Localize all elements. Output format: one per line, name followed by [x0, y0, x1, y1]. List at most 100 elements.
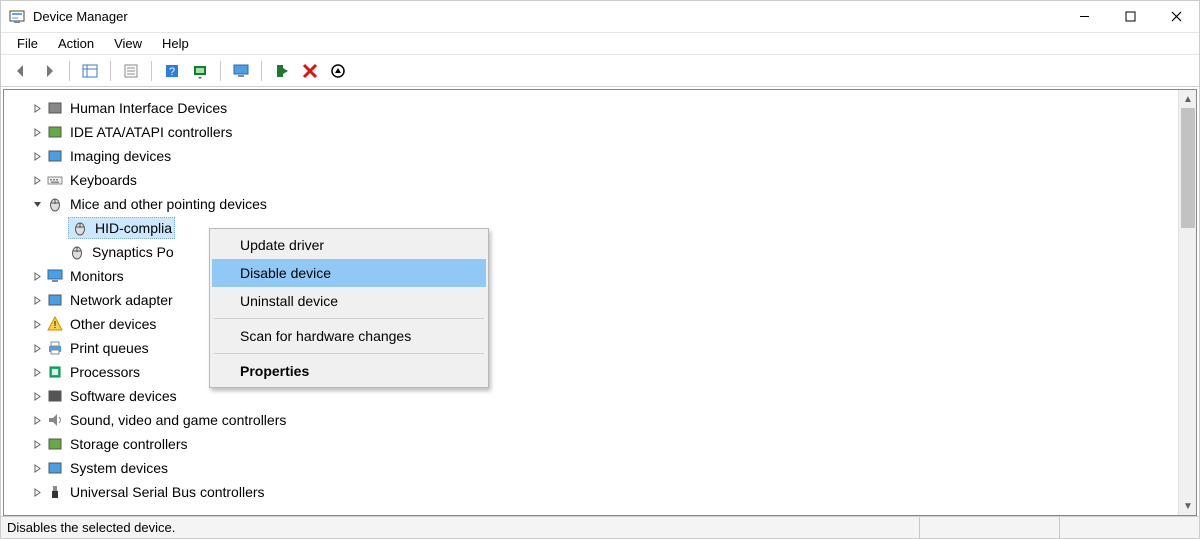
chevron-right-icon[interactable]: [30, 416, 44, 425]
tree-item[interactable]: IDE ATA/ATAPI controllers: [12, 120, 1174, 144]
properties-icon[interactable]: [119, 59, 143, 83]
context-menu-separator: [214, 353, 484, 354]
context-menu-item[interactable]: Update driver: [212, 231, 486, 259]
tree-item[interactable]: Sound, video and game controllers: [12, 408, 1174, 432]
mouse-icon: [71, 219, 89, 237]
cpu-icon: [46, 363, 64, 381]
scroll-thumb[interactable]: [1181, 108, 1195, 228]
scan-icon[interactable]: [188, 59, 212, 83]
window-title: Device Manager: [33, 9, 128, 24]
forward-arrow-icon[interactable]: [37, 59, 61, 83]
tree-item-label: Processors: [70, 360, 140, 384]
toolbar: ?: [1, 55, 1199, 87]
vertical-scrollbar[interactable]: ▲ ▼: [1178, 90, 1196, 515]
enable-icon[interactable]: [270, 59, 294, 83]
help-icon[interactable]: ?: [160, 59, 184, 83]
mouse-icon: [46, 195, 64, 213]
imaging-icon: [46, 147, 64, 165]
chevron-right-icon[interactable]: [30, 296, 44, 305]
chevron-right-icon[interactable]: [30, 488, 44, 497]
chevron-right-icon[interactable]: [30, 440, 44, 449]
monitor-icon[interactable]: [229, 59, 253, 83]
hid-icon: [46, 99, 64, 117]
tree-item-label: Synaptics Po: [92, 240, 174, 264]
chevron-right-icon[interactable]: [30, 320, 44, 329]
context-menu-item[interactable]: Disable device: [212, 259, 486, 287]
software-icon: [46, 387, 64, 405]
show-hidden-icon[interactable]: [78, 59, 102, 83]
chevron-right-icon[interactable]: [30, 392, 44, 401]
chevron-right-icon[interactable]: [30, 368, 44, 377]
scroll-up-icon[interactable]: ▲: [1179, 90, 1197, 108]
printer-icon: [46, 339, 64, 357]
scroll-down-icon[interactable]: ▼: [1179, 497, 1197, 515]
tree-item[interactable]: Human Interface Devices: [12, 96, 1174, 120]
sound-icon: [46, 411, 64, 429]
app-icon: [9, 9, 25, 25]
tree-item[interactable]: Universal Serial Bus controllers: [12, 480, 1174, 504]
tree-item[interactable]: !Other devices: [12, 312, 1174, 336]
mouse-icon: [68, 243, 86, 261]
tree-item[interactable]: Print queues: [12, 336, 1174, 360]
toolbar-separator: [110, 61, 111, 81]
tree-item-label: Universal Serial Bus controllers: [70, 480, 265, 504]
device-tree[interactable]: Human Interface DevicesIDE ATA/ATAPI con…: [4, 90, 1178, 515]
tree-item[interactable]: Network adapter: [12, 288, 1174, 312]
menu-bar: File Action View Help: [1, 33, 1199, 55]
keyboard-icon: [46, 171, 64, 189]
tree-item-label: HID-complia: [95, 216, 172, 240]
title-bar: Device Manager: [1, 1, 1199, 33]
disable-x-icon[interactable]: [298, 59, 322, 83]
context-menu-item[interactable]: Scan for hardware changes: [212, 322, 486, 350]
tree-item-label: Storage controllers: [70, 432, 188, 456]
chevron-right-icon[interactable]: [30, 272, 44, 281]
chevron-right-icon[interactable]: [30, 344, 44, 353]
toolbar-separator: [69, 61, 70, 81]
tree-item[interactable]: Monitors: [12, 264, 1174, 288]
minimize-button[interactable]: [1061, 1, 1107, 32]
context-menu-item[interactable]: Properties: [212, 357, 486, 385]
menu-help[interactable]: Help: [152, 34, 199, 53]
maximize-button[interactable]: [1107, 1, 1153, 32]
menu-view[interactable]: View: [104, 34, 152, 53]
menu-file[interactable]: File: [7, 34, 48, 53]
power-icon[interactable]: [326, 59, 350, 83]
tree-item[interactable]: System devices: [12, 456, 1174, 480]
chevron-right-icon[interactable]: [30, 104, 44, 113]
storage-icon: [46, 435, 64, 453]
system-icon: [46, 459, 64, 477]
back-arrow-icon[interactable]: [9, 59, 33, 83]
chevron-right-icon[interactable]: [30, 128, 44, 137]
tree-item[interactable]: Synaptics Po: [12, 240, 1174, 264]
other-icon: !: [46, 315, 64, 333]
chevron-right-icon[interactable]: [30, 176, 44, 185]
usb-icon: [46, 483, 64, 501]
context-menu-item[interactable]: Uninstall device: [212, 287, 486, 315]
svg-text:?: ?: [169, 66, 175, 78]
tree-item-label: Monitors: [70, 264, 124, 288]
menu-action[interactable]: Action: [48, 34, 104, 53]
toolbar-separator: [220, 61, 221, 81]
status-bar: Disables the selected device.: [1, 516, 1199, 538]
tree-item-label: Imaging devices: [70, 144, 171, 168]
close-button[interactable]: [1153, 1, 1199, 32]
svg-text:!: !: [54, 320, 57, 331]
tree-item-label: Network adapter: [70, 288, 173, 312]
toolbar-separator: [151, 61, 152, 81]
tree-item-label: Keyboards: [70, 168, 137, 192]
chevron-right-icon[interactable]: [30, 464, 44, 473]
tree-item[interactable]: Imaging devices: [12, 144, 1174, 168]
status-cell-2: [919, 517, 1059, 538]
tree-item[interactable]: HID-complia: [12, 216, 1174, 240]
tree-item-label: Print queues: [70, 336, 149, 360]
toolbar-separator: [261, 61, 262, 81]
tree-item[interactable]: Software devices: [12, 384, 1174, 408]
context-menu[interactable]: Update driverDisable deviceUninstall dev…: [209, 228, 489, 388]
chevron-right-icon[interactable]: [30, 152, 44, 161]
tree-item[interactable]: Storage controllers: [12, 432, 1174, 456]
tree-item[interactable]: Mice and other pointing devices: [12, 192, 1174, 216]
tree-item[interactable]: Processors: [12, 360, 1174, 384]
tree-item[interactable]: Keyboards: [12, 168, 1174, 192]
tree-item-label: IDE ATA/ATAPI controllers: [70, 120, 232, 144]
chevron-down-icon[interactable]: [30, 200, 44, 209]
